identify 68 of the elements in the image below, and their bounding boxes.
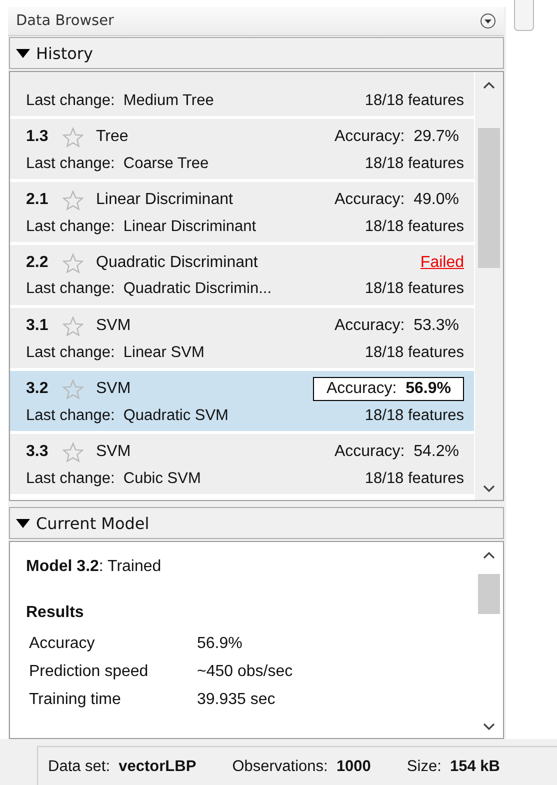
model-number: 1.3 [26, 128, 50, 146]
last-change: Last change: Coarse Tree [26, 155, 209, 173]
feature-count: 18/18 features [364, 92, 464, 110]
scroll-up-icon[interactable] [483, 551, 495, 559]
results-title: Results [26, 604, 85, 622]
scrollbar[interactable] [474, 72, 503, 500]
model-row[interactable]: 2.1 Linear Discriminant Accuracy: 49.0% Last change: Linear Discriminant 18/18 features [10, 182, 474, 242]
result-label: Prediction speed [29, 663, 150, 681]
model-type: SVM [96, 380, 131, 398]
last-change: Last change: Quadratic Discrimin... [26, 280, 272, 298]
status-item: Data set: vectorLBP [48, 758, 196, 776]
result-value: 56.9% [197, 635, 242, 653]
last-change: Last change: Linear Discriminant [26, 218, 256, 236]
last-change: Last change: Quadratic SVM [26, 407, 228, 425]
current-model-header[interactable]: Current Model [9, 507, 504, 539]
result-value: ~450 obs/sec [197, 663, 293, 681]
feature-count: 18/18 features [364, 407, 464, 425]
last-change: Last change: Medium Tree [26, 92, 214, 110]
model-row[interactable]: 3.3 SVM Accuracy: 54.2% Last change: Cubic SVM 18/18 features [10, 434, 474, 494]
status-item: Observations: 1000 [232, 758, 371, 776]
model-number: 3.3 [26, 443, 50, 461]
scrollbar-thumb[interactable] [478, 574, 500, 614]
model-row[interactable]: 3.2 SVM Accuracy: 56.9% Last change: Quadratic SVM 18/18 features [10, 371, 474, 431]
feature-count: 18/18 features [364, 470, 464, 488]
accuracy-value: Accuracy: 53.3% [333, 316, 460, 336]
scrollbar-thumb[interactable] [478, 128, 500, 268]
feature-count: 18/18 features [364, 155, 464, 173]
result-label: Accuracy [29, 635, 96, 653]
model-status: Model 3.2: Trained [26, 558, 162, 576]
star-icon[interactable] [62, 378, 84, 400]
star-icon[interactable] [62, 190, 84, 210]
model-number: 3.2 [26, 380, 50, 398]
model-row[interactable]: 3.1 SVM Accuracy: 53.3% Last change: Linear SVM 18/18 features [10, 308, 474, 368]
menu-icon[interactable] [480, 13, 496, 29]
feature-count: 18/18 features [364, 218, 464, 236]
star-icon[interactable] [62, 442, 84, 462]
model-number: 2.2 [26, 254, 50, 272]
model-row[interactable]: Last change: Medium Tree 18/18 features [10, 72, 474, 116]
accuracy-value: Accuracy: 49.0% [333, 190, 460, 210]
model-type: Tree [96, 128, 128, 146]
feature-count: 18/18 features [364, 344, 464, 362]
model-number: 2.1 [26, 191, 50, 209]
model-type: SVM [96, 443, 131, 461]
status-item: Size: 154 kB [406, 758, 500, 776]
scroll-up-icon[interactable] [483, 81, 495, 89]
model-type: Quadratic Discriminant [96, 254, 258, 272]
model-type: SVM [96, 317, 131, 335]
star-icon[interactable] [62, 252, 84, 274]
history-header[interactable]: History [9, 37, 504, 69]
scroll-down-icon[interactable] [483, 723, 495, 731]
accuracy-value: Accuracy: 56.9% [313, 377, 464, 401]
feature-count: 18/18 features [364, 280, 464, 298]
last-change: Last change: Cubic SVM [26, 470, 201, 488]
result-value: 39.935 sec [197, 691, 276, 709]
accuracy-value: Accuracy: 29.7% [333, 127, 460, 147]
model-row[interactable]: 2.2 Quadratic Discriminant Failed Last change: Quadratic Discrimin... 18/18 features [10, 245, 474, 305]
last-change: Last change: Linear SVM [26, 344, 204, 362]
star-icon[interactable] [62, 316, 84, 336]
model-row[interactable]: 1.3 Tree Accuracy: 29.7% Last change: Coarse Tree 18/18 features [10, 119, 474, 179]
failed-link[interactable]: Failed [420, 254, 464, 272]
model-type: Linear Discriminant [96, 191, 233, 209]
result-label: Training time [29, 691, 122, 709]
star-icon[interactable] [62, 126, 84, 148]
accuracy-value: Accuracy: 54.2% [333, 442, 460, 462]
side-tab[interactable] [514, 0, 534, 31]
scroll-down-icon[interactable] [483, 485, 495, 493]
panel-title: Data Browser [16, 13, 114, 29]
model-number: 3.1 [26, 317, 50, 335]
